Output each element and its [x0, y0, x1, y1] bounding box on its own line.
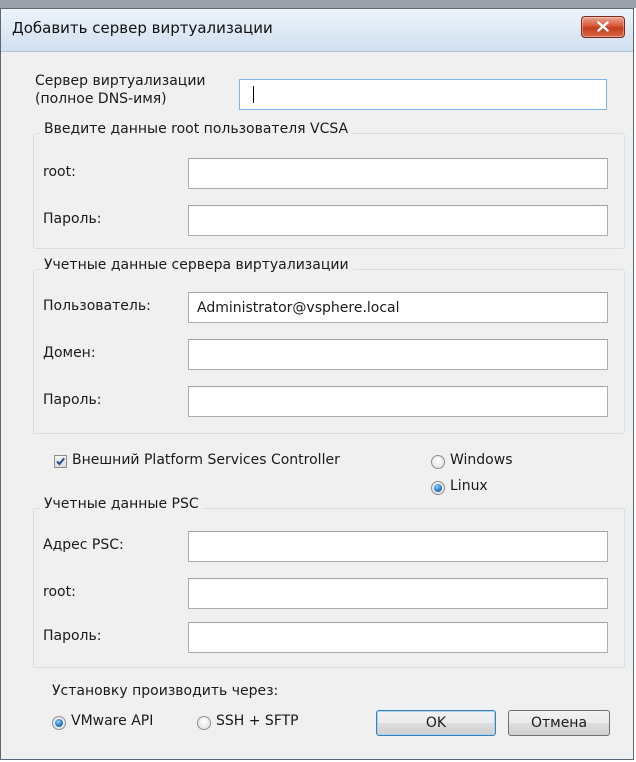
install-ssh-sftp-label: SSH + SFTP	[216, 713, 299, 729]
title-bar[interactable]: Добавить сервер виртуализации	[1, 9, 633, 52]
psc-group-legend: Учетные данные PSC	[40, 496, 203, 512]
external-psc-label: Внешний Platform Services Controller	[72, 452, 340, 468]
dialog-title: Добавить сервер виртуализации	[12, 19, 273, 37]
ok-button[interactable]: OK	[376, 710, 496, 736]
vcsa-password-input[interactable]	[188, 205, 608, 236]
install-method-label: Установку производить через:	[52, 683, 279, 699]
server-label-line1: Сервер виртуализации	[35, 73, 206, 89]
virt-domain-input[interactable]	[188, 339, 608, 370]
close-button[interactable]	[581, 16, 625, 38]
os-linux-radio[interactable]	[431, 481, 445, 495]
psc-address-label: Адрес PSC:	[43, 537, 124, 553]
server-dns-input[interactable]	[239, 79, 607, 110]
virt-password-input[interactable]	[188, 386, 608, 417]
add-virtualization-server-dialog: Добавить сервер виртуализации Сервер вир…	[0, 8, 634, 760]
psc-address-input[interactable]	[188, 531, 608, 562]
psc-password-input[interactable]	[188, 622, 608, 653]
text-caret	[253, 86, 254, 103]
vcsa-root-input[interactable]	[188, 158, 608, 189]
virt-user-input[interactable]	[188, 292, 608, 323]
psc-root-input[interactable]	[188, 578, 608, 609]
os-windows-radio[interactable]	[431, 455, 445, 469]
os-linux-label: Linux	[450, 478, 488, 494]
psc-root-label: root:	[43, 584, 76, 600]
psc-password-label: Пароль:	[43, 628, 102, 644]
vcsa-group-legend: Введите данные root пользователя VCSA	[40, 121, 353, 137]
vcsa-password-label: Пароль:	[43, 211, 102, 227]
install-ssh-sftp-radio[interactable]	[197, 716, 211, 730]
os-windows-label: Windows	[450, 452, 513, 468]
screen-top-strip	[0, 0, 636, 8]
virt-user-label: Пользователь:	[43, 298, 151, 314]
virt-password-label: Пароль:	[43, 392, 102, 408]
checkmark-icon	[56, 457, 65, 466]
virt-domain-label: Домен:	[43, 345, 96, 361]
server-label-line2: (полное DNS-имя)	[35, 91, 167, 107]
virt-credentials-legend: Учетные данные сервера виртуализации	[40, 257, 353, 273]
cancel-button[interactable]: Отмена	[508, 710, 610, 736]
install-vmware-api-label: VMware API	[71, 713, 154, 729]
close-icon	[597, 21, 609, 32]
external-psc-checkbox[interactable]	[54, 455, 67, 468]
vcsa-root-label: root:	[43, 164, 76, 180]
install-vmware-api-radio[interactable]	[52, 716, 66, 730]
